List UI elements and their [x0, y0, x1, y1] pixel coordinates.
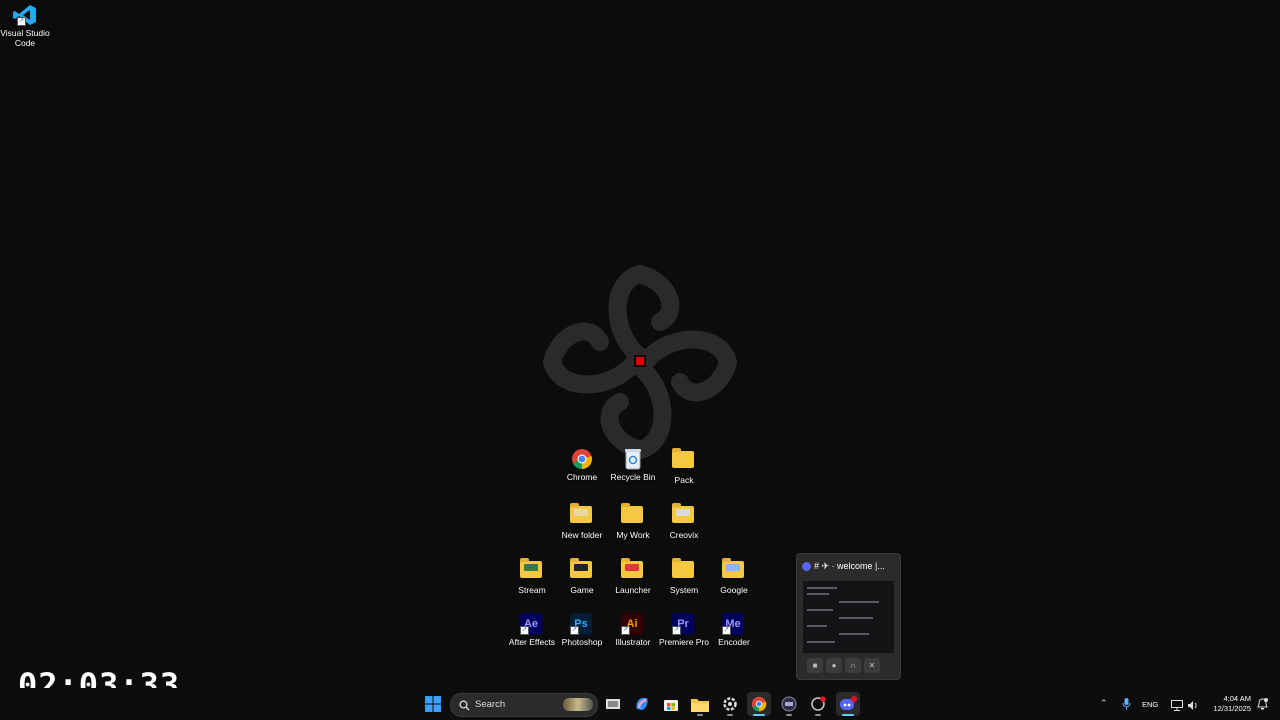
active-indicator — [842, 714, 854, 716]
file-explorer-button[interactable] — [688, 692, 712, 716]
running-indicator — [727, 714, 733, 716]
running-indicator — [786, 714, 792, 716]
desktop-icon-label: Google — [720, 585, 748, 595]
file-explorer-icon — [691, 698, 709, 712]
taskbar-search[interactable]: Search — [450, 693, 598, 717]
desktop-icon-label: Pack — [674, 475, 694, 485]
headphones-icon[interactable]: ∩ — [845, 658, 861, 673]
discord-icon — [840, 696, 857, 710]
app-icon — [811, 696, 826, 711]
running-indicator — [815, 714, 821, 716]
discord-icon — [802, 562, 811, 572]
desktop-icon-label: Creovix — [669, 530, 699, 540]
popup-title: # ✈ · welcome |... — [814, 561, 885, 571]
search-icon — [459, 698, 470, 716]
copilot-icon — [636, 698, 648, 710]
discord-taskbar-button[interactable] — [836, 692, 860, 716]
camera-icon[interactable]: ■ — [807, 658, 823, 673]
notification-icon[interactable] — [1257, 697, 1268, 715]
desktop-icon-creovix[interactable]: Creovix — [653, 503, 715, 540]
folder-icon — [722, 558, 744, 578]
network-icon[interactable] — [1171, 698, 1183, 716]
folder-icon — [520, 558, 542, 578]
active-indicator — [753, 714, 765, 716]
folder-icon — [672, 558, 694, 578]
task-view-button[interactable] — [601, 692, 625, 716]
search-highlight-icon — [563, 698, 593, 711]
chrome-icon — [570, 448, 594, 470]
mic-icon[interactable] — [1122, 697, 1131, 715]
chrome-taskbar-button[interactable] — [747, 692, 771, 716]
language-indicator[interactable]: ENG — [1142, 700, 1158, 709]
taskbar: Search ⌃ ENG 4:04 AM 12/31/2025 — [0, 688, 1280, 720]
search-placeholder: Search — [475, 699, 506, 710]
mic-icon[interactable]: ● — [826, 658, 842, 673]
running-indicator — [697, 714, 703, 716]
start-icon — [425, 696, 441, 712]
folder-icon — [672, 503, 694, 523]
vscode-icon: ↗ — [13, 4, 37, 26]
clock-time[interactable]: 4:04 AM — [1206, 694, 1251, 703]
folder-icon — [570, 558, 592, 578]
copilot-button[interactable] — [630, 692, 654, 716]
task-view-icon — [606, 699, 620, 709]
desktop-icon-pack[interactable]: Pack — [653, 448, 715, 485]
desktop-icon-label: Visual Studio Code — [0, 28, 50, 48]
desktop-icon-label: Encoder — [718, 637, 750, 647]
folder-icon — [621, 503, 643, 523]
clock-date[interactable]: 12/31/2025 — [1206, 704, 1251, 713]
store-icon — [664, 700, 678, 711]
window-thumbnail[interactable] — [802, 580, 895, 654]
folder-icon — [621, 558, 643, 578]
volume-icon[interactable] — [1187, 698, 1198, 716]
app-button[interactable] — [777, 692, 801, 716]
settings-button[interactable] — [718, 692, 742, 716]
hangup-icon[interactable]: ✕ — [864, 658, 880, 673]
folder-icon — [672, 448, 694, 468]
desktop-logo — [540, 262, 740, 462]
desktop-icon-google[interactable]: Google — [703, 558, 765, 595]
start-button[interactable] — [421, 692, 445, 716]
recycle-bin-icon — [621, 448, 645, 470]
chevron-up-icon[interactable]: ⌃ — [1100, 698, 1108, 709]
discord-preview-popup[interactable]: # ✈ · welcome |... ■ ● ∩ ✕ — [796, 553, 901, 680]
desktop-icon-encoder[interactable]: Me ↗ Encoder — [703, 613, 765, 647]
store-button[interactable] — [659, 692, 683, 716]
app-button[interactable] — [806, 692, 830, 716]
app-icon — [781, 696, 797, 712]
desktop-icon-vscode[interactable]: ↗ Visual Studio Code — [0, 4, 56, 48]
folder-icon — [570, 503, 592, 523]
chrome-icon — [751, 696, 767, 712]
settings-icon — [723, 697, 737, 711]
